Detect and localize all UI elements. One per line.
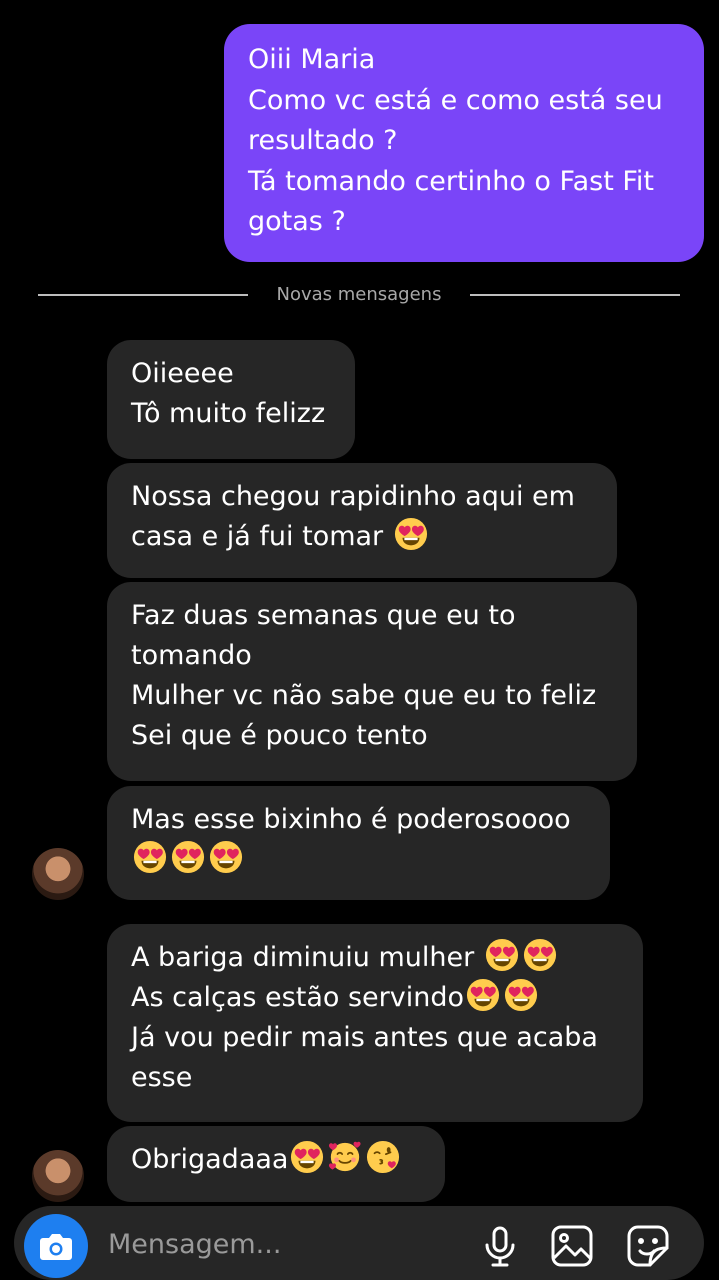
message-line: As calças estão servindo — [131, 978, 619, 1018]
message-input[interactable]: Mensagem... — [108, 1228, 281, 1262]
message-line: Faz duas semanas que eu to — [131, 600, 516, 631]
message-line: Nossa chegou rapidinho aqui em — [131, 481, 575, 512]
heart-eyes-emoji — [394, 517, 428, 551]
message-line: Mas esse bixinho é poderosoooo — [131, 804, 571, 835]
chat-screen: Oiii Maria Como vc está e como está seu … — [0, 0, 719, 1280]
incoming-message-bubble[interactable]: Faz duas semanas que eu to tomando Mulhe… — [107, 582, 637, 781]
message-line: Sei que é pouco tento — [131, 720, 428, 751]
heart-eyes-emoji — [466, 978, 500, 1012]
message-line: esse — [131, 1062, 193, 1093]
message-line: Tô muito felizz — [131, 398, 326, 429]
message-composer[interactable]: Mensagem... — [14, 1206, 704, 1280]
message-line: Tá tomando certinho o Fast Fit — [248, 165, 655, 197]
heart-eyes-emoji — [133, 840, 167, 874]
new-messages-divider: Novas mensagens — [38, 282, 680, 308]
contact-avatar[interactable] — [32, 1150, 84, 1202]
heart-eyes-emoji — [209, 840, 243, 874]
heart-eyes-emoji — [523, 938, 557, 972]
face-blowing-kiss-emoji — [366, 1140, 400, 1174]
message-line: Oiii Maria — [248, 44, 376, 75]
incoming-message-bubble[interactable]: Oiieeee Tô muito felizz — [107, 340, 355, 459]
message-line: Já vou pedir mais antes que acaba — [131, 1022, 598, 1053]
message-line — [131, 840, 586, 880]
gallery-icon — [551, 1225, 593, 1267]
incoming-message-bubble[interactable]: Nossa chegou rapidinho aqui em casa e já… — [107, 463, 617, 578]
camera-button[interactable] — [24, 1214, 88, 1278]
outgoing-message-bubble[interactable]: Oiii Maria Como vc está e como está seu … — [224, 24, 704, 262]
sticker-icon — [627, 1225, 669, 1267]
microphone-button[interactable] — [478, 1224, 522, 1268]
heart-eyes-emoji — [485, 938, 519, 972]
incoming-message-bubble[interactable]: Obrigadaaa — [107, 1126, 445, 1202]
contact-avatar[interactable] — [32, 848, 84, 900]
message-line: resultado ? — [248, 125, 398, 156]
message-line: gotas ? — [248, 206, 346, 237]
message-line: Como vc está e como está seu — [248, 84, 663, 116]
heart-eyes-emoji — [504, 978, 538, 1012]
sticker-button[interactable] — [626, 1224, 670, 1268]
microphone-icon — [485, 1226, 515, 1267]
message-line: A bariga diminuiu mulher — [131, 938, 619, 978]
message-line: Oiieeee — [131, 358, 234, 389]
gallery-button[interactable] — [550, 1224, 594, 1268]
message-line: casa e já fui tomar — [131, 517, 593, 557]
incoming-message-bubble[interactable]: A bariga diminuiu mulher As calças estão… — [107, 924, 643, 1122]
divider-rule-right — [470, 294, 680, 296]
heart-eyes-emoji — [171, 840, 205, 874]
smiling-face-with-hearts-emoji — [328, 1140, 362, 1174]
incoming-message-bubble[interactable]: Mas esse bixinho é poderosoooo — [107, 786, 610, 900]
heart-eyes-emoji — [290, 1140, 324, 1174]
message-line: Mulher vc não sabe que eu to feliz — [131, 680, 597, 711]
message-line: Obrigadaaa — [131, 1140, 421, 1180]
camera-icon — [40, 1234, 72, 1260]
message-line: tomando — [131, 640, 252, 671]
